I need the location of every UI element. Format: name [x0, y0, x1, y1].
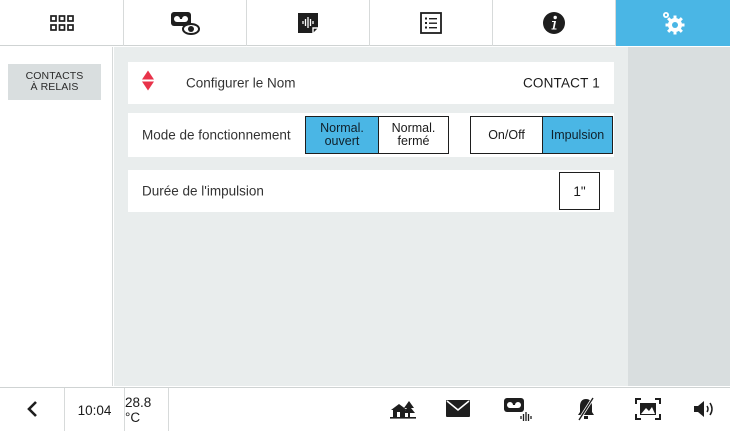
option-on-off[interactable]: On/Off [471, 117, 542, 153]
mode-label: Mode de fonctionnement [142, 127, 291, 143]
video-message-button[interactable] [491, 388, 543, 431]
temperature-readout: 28.8 °C [125, 388, 169, 431]
option-impulsion[interactable]: Impulsion [542, 117, 612, 153]
diamond-arrows-icon [142, 70, 154, 96]
home-tree-icon [389, 399, 416, 422]
option-normal-ouvert[interactable]: Normal. ouvert [306, 117, 378, 153]
mail-icon [446, 400, 470, 420]
screen-frame-icon [635, 397, 661, 423]
mode-row: Mode de fonctionnement Normal. ouvert No… [128, 113, 614, 157]
tab-video-surveillance[interactable] [124, 0, 247, 46]
sidebar-item-label-line2: À RELAIS [30, 81, 79, 93]
right-panel [628, 47, 730, 386]
sidebar-item-contacts-a-relais[interactable]: CONTACTS À RELAIS [8, 64, 101, 100]
main-content: Configurer le Nom CONTACT 1 Mode de fonc… [114, 47, 628, 386]
video-message-icon [501, 397, 533, 424]
mail-button[interactable] [433, 388, 483, 431]
back-button[interactable] [0, 388, 65, 431]
video-eye-icon [166, 10, 204, 36]
list-icon [420, 12, 442, 34]
duration-value-box[interactable]: 1" [559, 172, 600, 210]
speaker-icon [693, 400, 717, 421]
tab-info[interactable] [493, 0, 616, 46]
name-config-label: Configurer le Nom [186, 75, 296, 91]
mute-bell-icon [576, 396, 596, 424]
clock-time: 10:04 [65, 388, 125, 431]
name-config-row[interactable]: Configurer le Nom CONTACT 1 [128, 62, 614, 104]
option-normal-ferme-line2: fermé [397, 134, 430, 148]
voice-message-icon [296, 11, 320, 35]
contact-mode-selector: Normal. ouvert Normal. fermé [305, 116, 449, 154]
speaker-button[interactable] [680, 388, 730, 431]
sidebar: CONTACTS À RELAIS [0, 47, 113, 386]
duration-label: Durée de l'impulsion [142, 183, 264, 199]
screen-frame-button[interactable] [623, 388, 673, 431]
bottom-bar: 10:04 28.8 °C [0, 387, 730, 431]
back-chevron-icon [26, 400, 38, 420]
info-icon [542, 11, 566, 35]
tab-home-grid[interactable] [0, 0, 124, 46]
tab-settings[interactable] [616, 0, 730, 46]
home-tree-button[interactable] [380, 388, 425, 431]
grid-icon [49, 15, 74, 31]
mute-bell-button[interactable] [561, 388, 611, 431]
option-normal-ferme[interactable]: Normal. fermé [378, 117, 448, 153]
top-navigation [0, 0, 730, 46]
tab-list[interactable] [370, 0, 493, 46]
option-normal-ouvert-line2: ouvert [324, 134, 360, 148]
settings-gear-icon [660, 10, 686, 36]
duration-row: Durée de l'impulsion 1" [128, 170, 614, 212]
contact-name-value: CONTACT 1 [522, 75, 600, 91]
tab-voice-messages[interactable] [247, 0, 370, 46]
pulse-type-selector: On/Off Impulsion [470, 116, 613, 154]
